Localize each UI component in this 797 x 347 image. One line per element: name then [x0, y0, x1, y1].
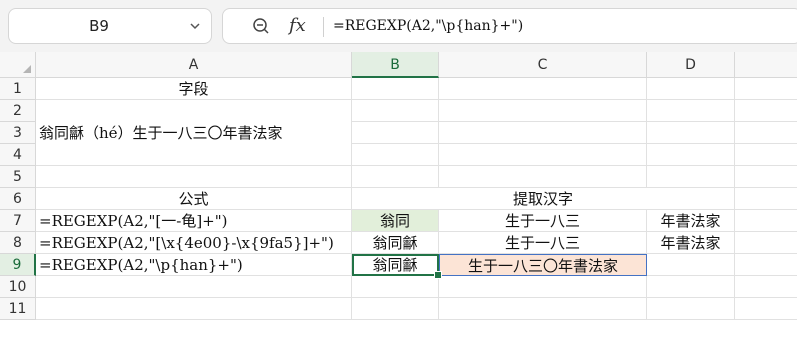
- cell-b8[interactable]: 翁同龢: [352, 232, 439, 254]
- cell-e6[interactable]: [735, 188, 797, 210]
- column-header-d[interactable]: D: [647, 52, 735, 78]
- cell-b10[interactable]: [352, 276, 439, 298]
- formula-bar[interactable]: fx =REGEXP(A2,"\p{han}+"): [222, 8, 797, 44]
- cell-b7[interactable]: 翁同: [352, 210, 439, 232]
- zoom-icon[interactable]: [251, 16, 271, 36]
- row-header-9[interactable]: 9: [0, 254, 36, 276]
- cell-a1[interactable]: 字段: [36, 78, 352, 100]
- cell-a8[interactable]: =REGEXP(A2,"[\x{4e00}-\x{9fa5}]+"): [36, 232, 352, 254]
- row-header-5[interactable]: 5: [0, 166, 36, 188]
- cell-b6-merged[interactable]: 提取汉字: [352, 188, 735, 210]
- cell-a9[interactable]: =REGEXP(A2,"\p{han}+"): [36, 254, 352, 276]
- top-bar: B9 fx =REGEXP(A2,"\p{han}+"): [0, 0, 797, 53]
- column-header-e[interactable]: [735, 52, 797, 78]
- row-header-8[interactable]: 8: [0, 232, 36, 254]
- cell-e3[interactable]: [735, 122, 797, 144]
- formula-bar-divider: [323, 17, 324, 37]
- column-header-b[interactable]: B: [352, 52, 439, 78]
- row-header-10[interactable]: 10: [0, 276, 36, 298]
- row-header-3[interactable]: 3: [0, 122, 36, 144]
- function-icon[interactable]: fx: [289, 13, 313, 39]
- cell-a11[interactable]: [36, 298, 352, 320]
- row-header-4[interactable]: 4: [0, 144, 36, 166]
- row-header-7[interactable]: 7: [0, 210, 36, 232]
- cell-c10[interactable]: [439, 276, 647, 298]
- cell-d5[interactable]: [647, 166, 735, 188]
- cell-b1[interactable]: [352, 78, 439, 100]
- cell-b9-active[interactable]: 翁同龢: [352, 254, 439, 276]
- cell-b11[interactable]: [352, 298, 439, 320]
- cell-e4[interactable]: [735, 144, 797, 166]
- cell-e10[interactable]: [735, 276, 797, 298]
- cell-c2[interactable]: [439, 100, 647, 122]
- name-box[interactable]: B9: [8, 8, 212, 44]
- cell-d10[interactable]: [647, 276, 735, 298]
- cell-c8[interactable]: 生于一八三: [439, 232, 647, 254]
- cell-d3[interactable]: [647, 122, 735, 144]
- fill-handle[interactable]: [434, 271, 442, 279]
- cell-c1[interactable]: [439, 78, 647, 100]
- column-header-c[interactable]: C: [439, 52, 647, 78]
- row-header-2[interactable]: 2: [0, 100, 36, 122]
- cell-a3[interactable]: 翁同龢（hé）生于一八三〇年書法家: [36, 100, 352, 166]
- cell-a10[interactable]: [36, 276, 352, 298]
- column-header-a[interactable]: A: [36, 52, 352, 78]
- name-box-value[interactable]: B9: [9, 9, 189, 43]
- row-header-1[interactable]: 1: [0, 78, 36, 100]
- cell-c11[interactable]: [439, 298, 647, 320]
- cell-e5[interactable]: [735, 166, 797, 188]
- cell-a5[interactable]: [36, 166, 352, 188]
- row-header-11[interactable]: 11: [0, 298, 36, 320]
- cell-e9[interactable]: [735, 254, 797, 276]
- cell-b5[interactable]: [352, 166, 439, 188]
- spreadsheet-grid: A B C D 1 2 3 4 5 6 7 8 9 10 11 字段 翁同龢（h…: [0, 52, 797, 347]
- cell-c3[interactable]: [439, 122, 647, 144]
- cell-d7[interactable]: 年書法家: [647, 210, 735, 232]
- cell-e11[interactable]: [735, 298, 797, 320]
- cell-d4[interactable]: [647, 144, 735, 166]
- cell-d8[interactable]: 年書法家: [647, 232, 735, 254]
- cell-c5[interactable]: [439, 166, 647, 188]
- row-header-6[interactable]: 6: [0, 188, 36, 210]
- cell-d9[interactable]: [647, 254, 735, 276]
- select-all-corner[interactable]: [0, 52, 36, 78]
- cell-b2[interactable]: [352, 100, 439, 122]
- cell-a7[interactable]: =REGEXP(A2,"[一-龟]+"): [36, 210, 352, 232]
- cell-e8[interactable]: [735, 232, 797, 254]
- cell-e7[interactable]: [735, 210, 797, 232]
- formula-bar-text[interactable]: =REGEXP(A2,"\p{han}+"): [333, 9, 523, 43]
- cell-e2[interactable]: [735, 100, 797, 122]
- cell-d1[interactable]: [647, 78, 735, 100]
- cell-c4[interactable]: [439, 144, 647, 166]
- cell-c9[interactable]: 生于一八三〇年書法家: [439, 254, 647, 276]
- cell-b4[interactable]: [352, 144, 439, 166]
- cell-d2[interactable]: [647, 100, 735, 122]
- cell-e1[interactable]: [735, 78, 797, 100]
- cell-c7[interactable]: 生于一八三: [439, 210, 647, 232]
- cell-d11[interactable]: [647, 298, 735, 320]
- cell-b3[interactable]: [352, 122, 439, 144]
- chevron-down-icon[interactable]: [189, 20, 201, 32]
- cell-a6[interactable]: 公式: [36, 188, 352, 210]
